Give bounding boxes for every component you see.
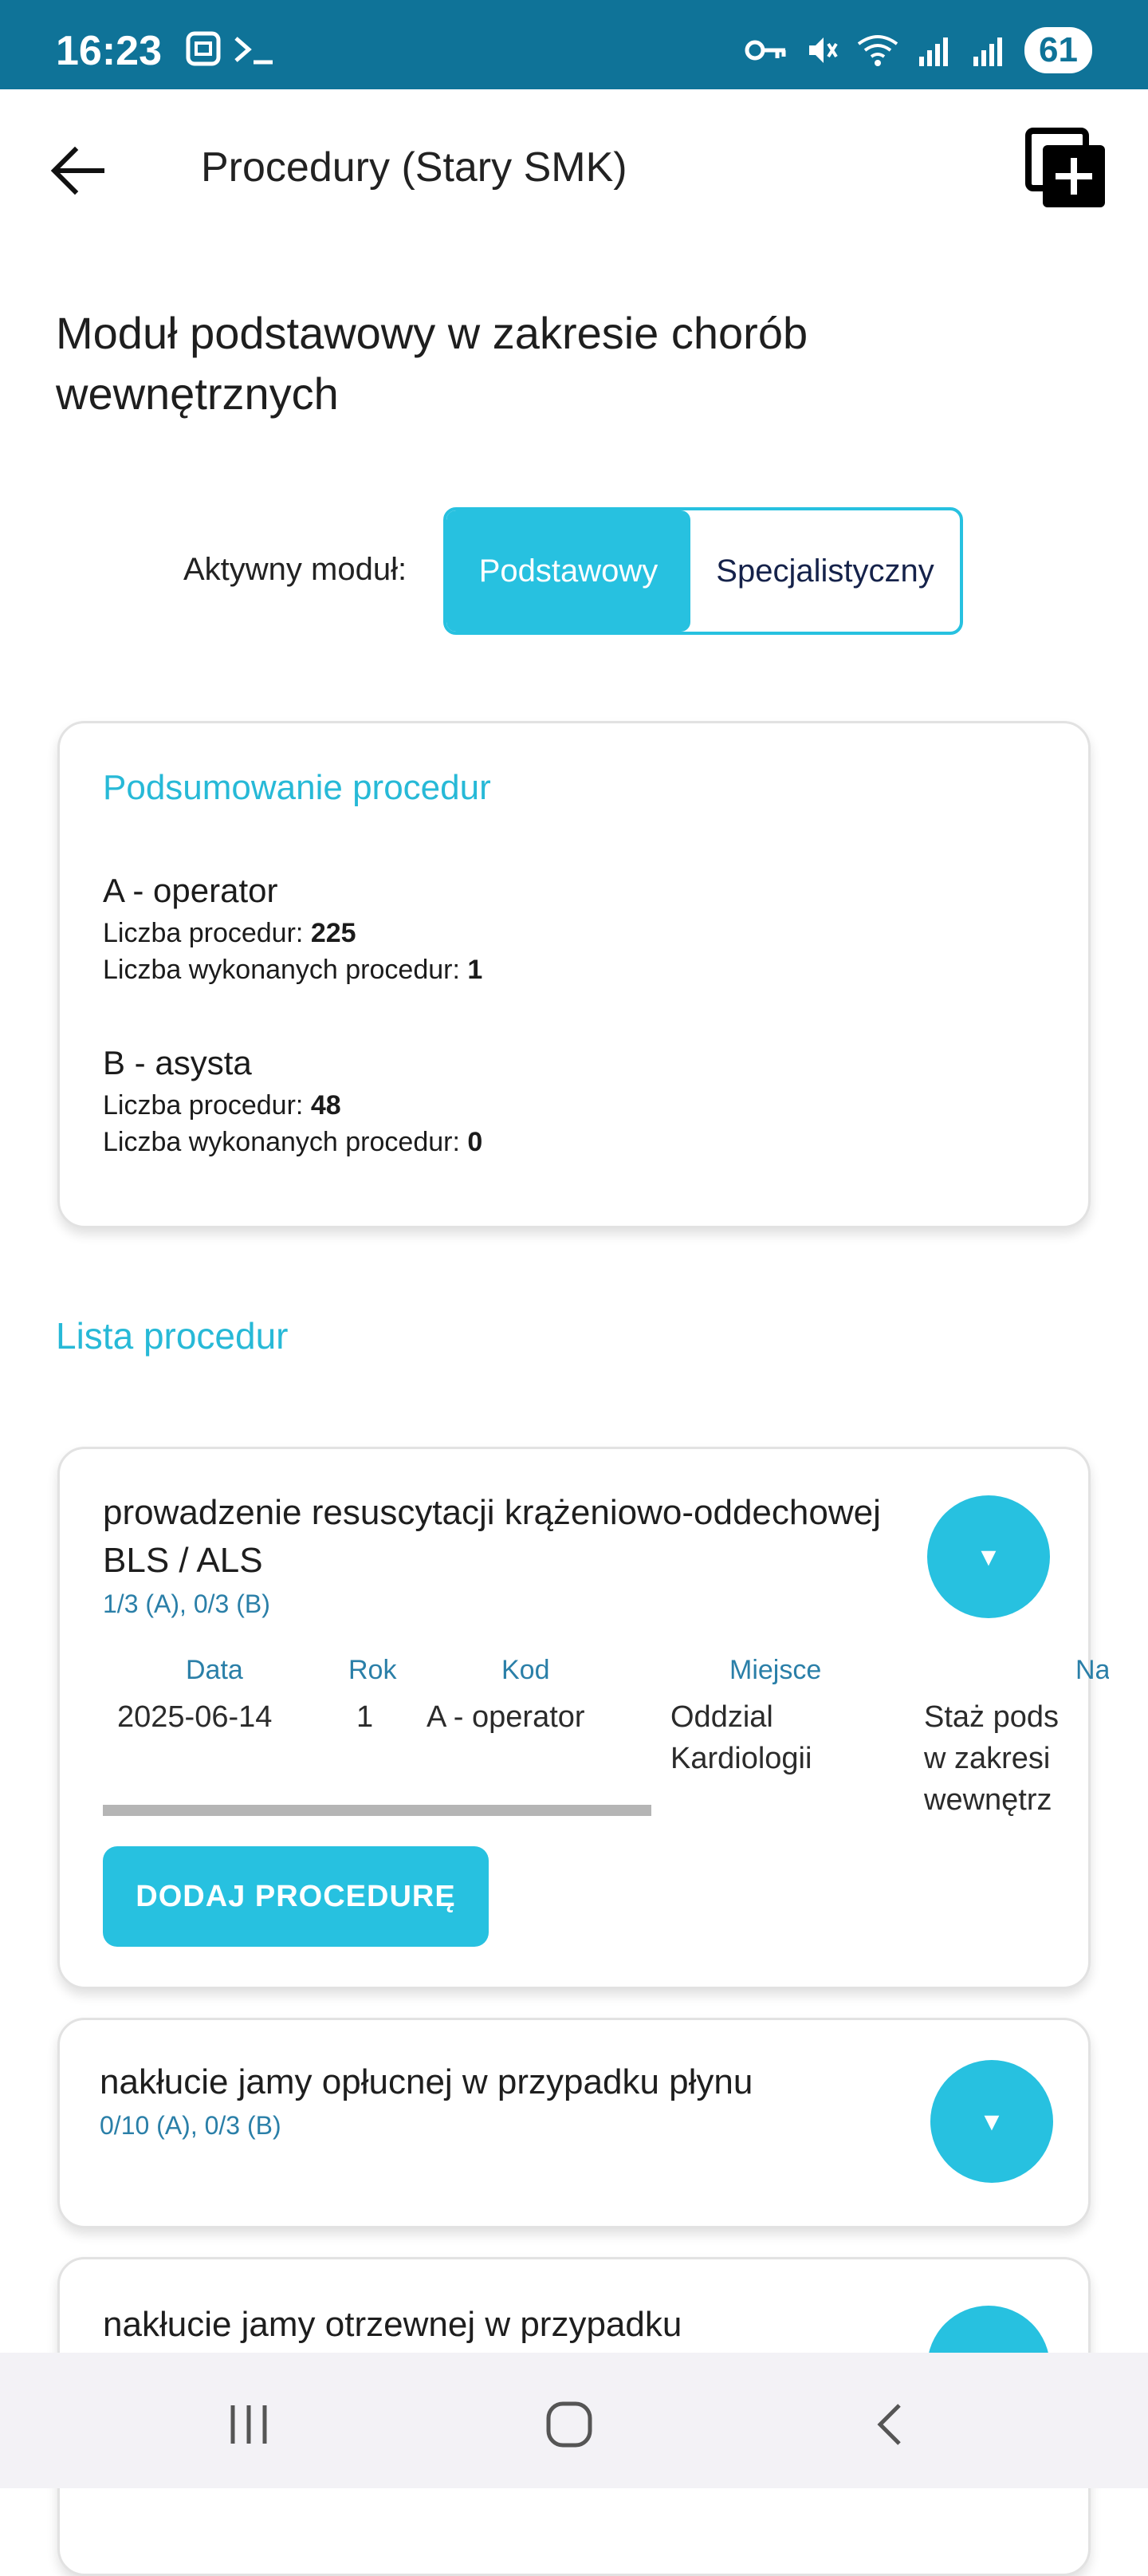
system-nav-bar [0,2353,1148,2488]
table-header-date: Data [186,1655,243,1685]
table-cell-place: Oddzial Kardiologii [670,1700,812,1775]
system-back-button[interactable] [851,2393,931,2456]
arrow-back-icon [50,146,104,195]
page-title: Procedury (Stary SMK) [201,144,627,191]
done-value: 0 [467,1127,483,1157]
procedure-done-line: Liczba wykonanych procedur: 0 [103,1124,482,1160]
collapse-button[interactable]: ▼ [927,1495,1050,1618]
wifi-icon [857,35,898,66]
chevron-left-icon [877,2404,901,2445]
procedure-count-line: Liczba procedur: 225 [103,915,482,951]
module-title: Moduł podstawowy w zakresie chorób wewnę… [56,308,808,419]
back-button[interactable] [46,139,110,203]
table-header-year: Rok [348,1655,397,1685]
group-name: A - operator [103,872,278,909]
list-title: Lista procedur [56,1315,289,1357]
summary-card: Podsumowanie procedur A - operator Liczb… [57,721,1091,1228]
summary-title: Podsumowanie procedur [103,768,491,807]
count-label: Liczba procedur: [103,918,311,948]
table-cell-code: A - operator [427,1700,585,1734]
active-module-label: Aktywny moduł: [183,552,407,587]
status-bar: 16:23 61 [0,0,1148,89]
done-label: Liczba wykonanych procedur: [103,955,468,985]
count-value: 48 [310,1090,341,1121]
procedure-count-line: Liczba procedur: 48 [103,1087,482,1124]
toggle-basic-button[interactable]: Podstawowy [446,510,690,632]
table-header-place: Miejsce [729,1655,822,1685]
library-add-icon [1025,128,1105,207]
expand-button[interactable]: ▼ [930,2060,1053,2183]
summary-group-a: A - operator Liczba procedur: 225 Liczba… [103,872,482,988]
status-left-icons [185,30,281,74]
triangle-down-icon: ▼ [976,1542,1001,1571]
procedure-name: nakłucie jamy otrzewnej w przypadku [103,2305,682,2344]
table-header-code: Kod [501,1655,550,1685]
summary-group-b: B - asysta Liczba procedur: 48 Liczba wy… [103,1044,482,1160]
procedure-progress: 0/10 (A), 0/3 (B) [100,2111,281,2140]
toggle-specialist-button[interactable]: Specjalistyczny [690,510,960,632]
procedure-card: nakłucie jamy opłucnej w przypadku płynu… [57,2018,1091,2228]
status-time: 16:23 [56,28,162,74]
horizontal-scrollbar[interactable] [103,1805,651,1816]
count-label: Liczba procedur: [103,1090,311,1121]
screenshot-icon [186,31,273,66]
home-icon [546,2401,592,2448]
done-label: Liczba wykonanych procedur: [103,1127,468,1157]
add-procedure-button[interactable]: DODAJ PROCEDURĘ [103,1846,489,1947]
count-value: 225 [310,918,356,948]
status-right-icons: 61 [744,27,1092,73]
add-copy-button[interactable] [1025,128,1108,211]
battery-indicator: 61 [1024,27,1092,73]
procedure-card: prowadzenie resuscytacji krążeniowo-odde… [57,1447,1109,1989]
vpn-key-icon [745,40,786,61]
recent-apps-button[interactable] [209,2393,289,2456]
signal-icon [919,37,949,66]
procedure-progress: 1/3 (A), 0/3 (B) [103,1589,270,1618]
app-bar: Procedury (Stary SMK) [0,89,1148,249]
procedure-done-line: Liczba wykonanych procedur: 1 [103,951,482,988]
table-cell-year: 1 [356,1700,374,1734]
module-toggle: Podstawowy Specjalistyczny [443,507,963,635]
recent-apps-icon [230,2405,267,2444]
signal-icon-2 [973,37,1003,66]
procedure-name: nakłucie jamy opłucnej w przypadku płynu [100,2062,753,2101]
done-value: 1 [467,955,483,985]
group-name: B - asysta [103,1044,252,1081]
table-cell-name: Staż pods w zakresi wewnętrz [924,1700,1059,1817]
table-header-name: Na [1075,1655,1109,1685]
home-button[interactable] [529,2393,609,2456]
table-cell-date: 2025-06-14 [117,1700,273,1734]
triangle-down-icon: ▼ [979,2106,1005,2136]
procedure-name: prowadzenie resuscytacji krążeniowo-odde… [103,1493,881,1580]
mute-icon [809,37,838,63]
